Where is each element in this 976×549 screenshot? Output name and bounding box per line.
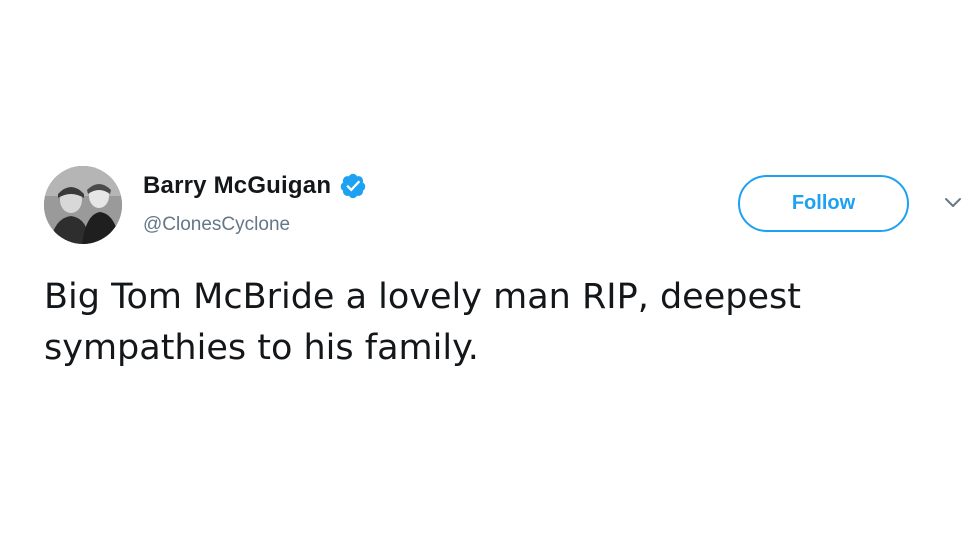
user-handle[interactable]: @ClonesCyclone xyxy=(143,214,290,236)
tweet-text: Big Tom McBride a lovely man RIP, deepes… xyxy=(44,277,801,368)
avatar[interactable] xyxy=(44,166,122,244)
tweet-card: Barry McGuigan @ClonesCyclone Follow Big… xyxy=(0,0,976,549)
chevron-down-icon[interactable] xyxy=(940,192,966,212)
follow-button[interactable]: Follow xyxy=(738,175,909,232)
verified-badge-icon xyxy=(339,172,367,200)
author-name-row[interactable]: Barry McGuigan xyxy=(143,172,367,200)
display-name[interactable]: Barry McGuigan xyxy=(143,172,331,200)
avatar-photo xyxy=(44,166,122,244)
